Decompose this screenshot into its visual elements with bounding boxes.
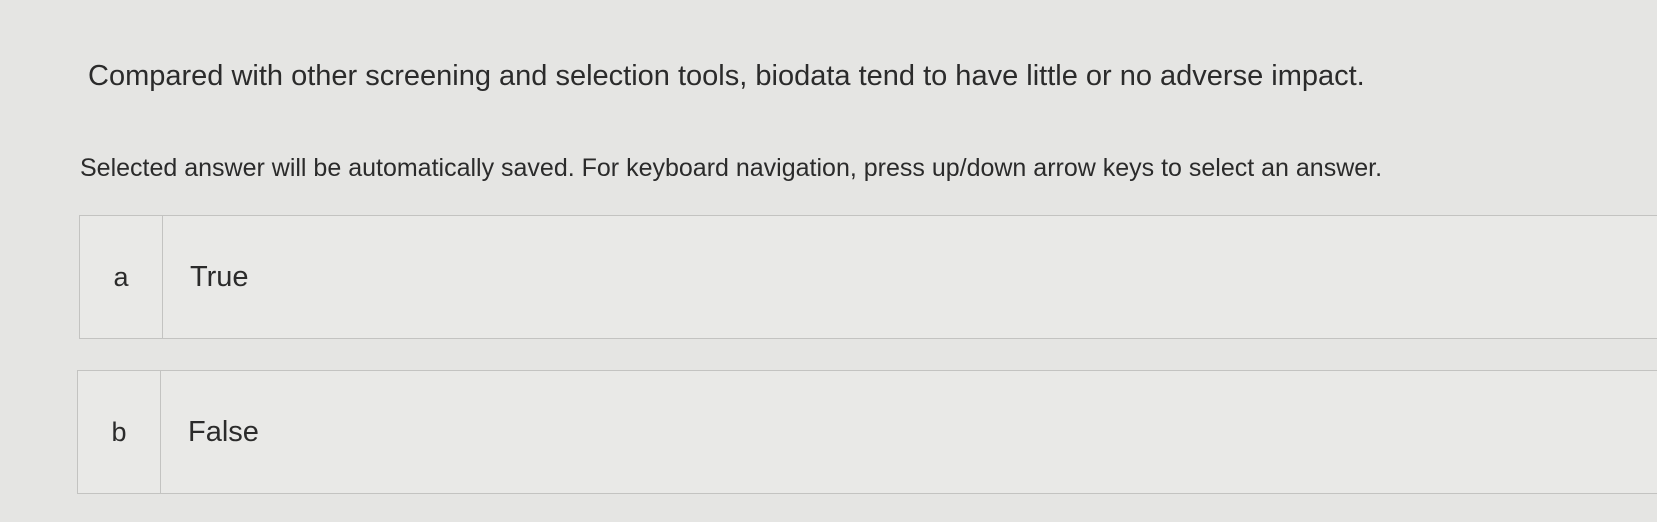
option-letter: a (80, 216, 163, 338)
option-label: True (190, 260, 249, 293)
answer-option-b[interactable]: b False (77, 370, 1657, 494)
option-label: False (188, 415, 259, 448)
option-letter: b (78, 371, 161, 493)
instruction-text: Selected answer will be automatically sa… (80, 154, 1383, 182)
question-text: Compared with other screening and select… (88, 60, 1365, 92)
answer-option-a[interactable]: a True (79, 215, 1657, 339)
